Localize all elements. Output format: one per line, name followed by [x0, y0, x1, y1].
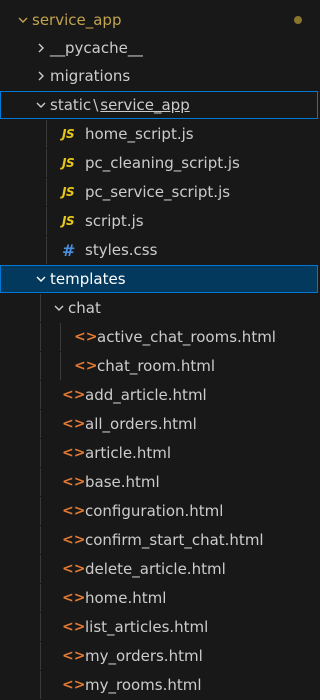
- js-file-icon: JS: [62, 127, 75, 141]
- html-file-icon: <>: [62, 619, 86, 635]
- indent-guide: [46, 207, 47, 235]
- file-label: all_orders.html: [85, 415, 197, 433]
- chevron-down-icon: [50, 302, 68, 314]
- file-label: my_rooms.html: [85, 676, 202, 694]
- file-styles-css[interactable]: # styles.css: [0, 236, 318, 264]
- css-file-icon: #: [62, 240, 76, 260]
- indent-guide: [60, 323, 61, 351]
- html-file-icon: <>: [74, 358, 98, 374]
- breadcrumb-static[interactable]: static: [50, 91, 91, 119]
- file-delete-article-html[interactable]: <> delete_article.html: [0, 555, 318, 583]
- file-label: active_chat_rooms.html: [97, 328, 276, 346]
- file-all-orders-html[interactable]: <> all_orders.html: [0, 410, 318, 438]
- file-home-script-js[interactable]: JS home_script.js: [0, 120, 318, 148]
- folder-label: chat: [68, 299, 101, 317]
- file-add-article-html[interactable]: <> add_article.html: [0, 381, 318, 409]
- file-label: script.js: [85, 212, 144, 230]
- indent-guide: [40, 613, 41, 641]
- indent-guide: [40, 671, 41, 699]
- file-label: my_orders.html: [85, 647, 203, 665]
- chevron-down-icon: [32, 99, 50, 111]
- folder-label: __pycache__: [50, 39, 143, 57]
- html-file-icon: <>: [62, 387, 86, 403]
- folder-static-service-app[interactable]: static \ service_app: [0, 91, 318, 119]
- file-label: confirm_start_chat.html: [85, 531, 264, 549]
- file-label: home_script.js: [85, 125, 194, 143]
- html-file-icon: <>: [62, 532, 86, 548]
- indent-guide: [40, 555, 41, 583]
- indent-guide: [40, 526, 41, 554]
- file-confirm-start-chat-html[interactable]: <> confirm_start_chat.html: [0, 526, 318, 554]
- chevron-right-icon: [32, 42, 50, 54]
- file-pc-cleaning-script-js[interactable]: JS pc_cleaning_script.js: [0, 149, 318, 177]
- html-file-icon: <>: [62, 561, 86, 577]
- folder-label: migrations: [50, 67, 131, 85]
- chevron-right-icon: [32, 70, 50, 82]
- html-file-icon: <>: [62, 677, 86, 693]
- indent-guide: [40, 410, 41, 438]
- folder-chat[interactable]: chat: [0, 294, 318, 322]
- indent-guide: [40, 439, 41, 467]
- file-my-orders-html[interactable]: <> my_orders.html: [0, 642, 318, 670]
- indent-guide: [46, 236, 47, 264]
- file-label: delete_article.html: [85, 560, 226, 578]
- indent-guide: [40, 584, 41, 612]
- js-file-icon: JS: [62, 214, 75, 228]
- html-file-icon: <>: [62, 503, 86, 519]
- file-pc-service-script-js[interactable]: JS pc_service_script.js: [0, 178, 318, 206]
- folder-pycache[interactable]: __pycache__: [0, 34, 318, 62]
- folder-label: service_app: [32, 11, 122, 29]
- file-label: add_article.html: [85, 386, 207, 404]
- file-home-html[interactable]: <> home.html: [0, 584, 318, 612]
- js-file-icon: JS: [62, 156, 75, 170]
- indent-guide: [40, 497, 41, 525]
- file-chat-room-html[interactable]: <> chat_room.html: [0, 352, 318, 380]
- folder-migrations[interactable]: migrations: [0, 62, 318, 90]
- file-label: pc_cleaning_script.js: [85, 154, 240, 172]
- html-file-icon: <>: [62, 590, 86, 606]
- indent-guide: [40, 294, 41, 322]
- chevron-down-icon: [32, 273, 50, 285]
- folder-label: templates: [50, 270, 126, 288]
- file-explorer-tree: service_app __pycache__ migrations stati…: [0, 0, 318, 700]
- html-file-icon: <>: [62, 445, 86, 461]
- html-file-icon: <>: [62, 416, 86, 432]
- indent-guide: [60, 352, 61, 380]
- indent-guide: [40, 381, 41, 409]
- file-label: article.html: [85, 444, 171, 462]
- folder-templates[interactable]: templates: [0, 265, 318, 293]
- indent-guide: [40, 468, 41, 496]
- modified-status-dot: [294, 16, 302, 24]
- file-script-js[interactable]: JS script.js: [0, 207, 318, 235]
- js-file-icon: JS: [62, 185, 75, 199]
- html-file-icon: <>: [74, 329, 98, 345]
- file-configuration-html[interactable]: <> configuration.html: [0, 497, 318, 525]
- file-label: base.html: [85, 473, 160, 491]
- indent-guide: [40, 323, 41, 351]
- breadcrumb-separator: \: [93, 96, 99, 114]
- html-file-icon: <>: [62, 648, 86, 664]
- indent-guide: [46, 120, 47, 148]
- indent-guide: [40, 352, 41, 380]
- file-label: home.html: [85, 589, 167, 607]
- indent-guide: [46, 178, 47, 206]
- file-article-html[interactable]: <> article.html: [0, 439, 318, 467]
- file-base-html[interactable]: <> base.html: [0, 468, 318, 496]
- chevron-down-icon: [14, 14, 32, 26]
- indent-guide: [46, 149, 47, 177]
- file-label: configuration.html: [85, 502, 224, 520]
- file-label: list_articles.html: [85, 618, 209, 636]
- file-label: chat_room.html: [97, 357, 216, 375]
- file-list-articles-html[interactable]: <> list_articles.html: [0, 613, 318, 641]
- breadcrumb-service-app[interactable]: service_app: [100, 91, 189, 119]
- file-my-rooms-html[interactable]: <> my_rooms.html: [0, 671, 318, 699]
- indent-guide: [40, 642, 41, 670]
- folder-service-app[interactable]: service_app: [0, 6, 318, 34]
- html-file-icon: <>: [62, 474, 86, 490]
- file-label: pc_service_script.js: [85, 183, 231, 201]
- file-label: styles.css: [85, 241, 158, 259]
- file-active-chat-rooms-html[interactable]: <> active_chat_rooms.html: [0, 323, 318, 351]
